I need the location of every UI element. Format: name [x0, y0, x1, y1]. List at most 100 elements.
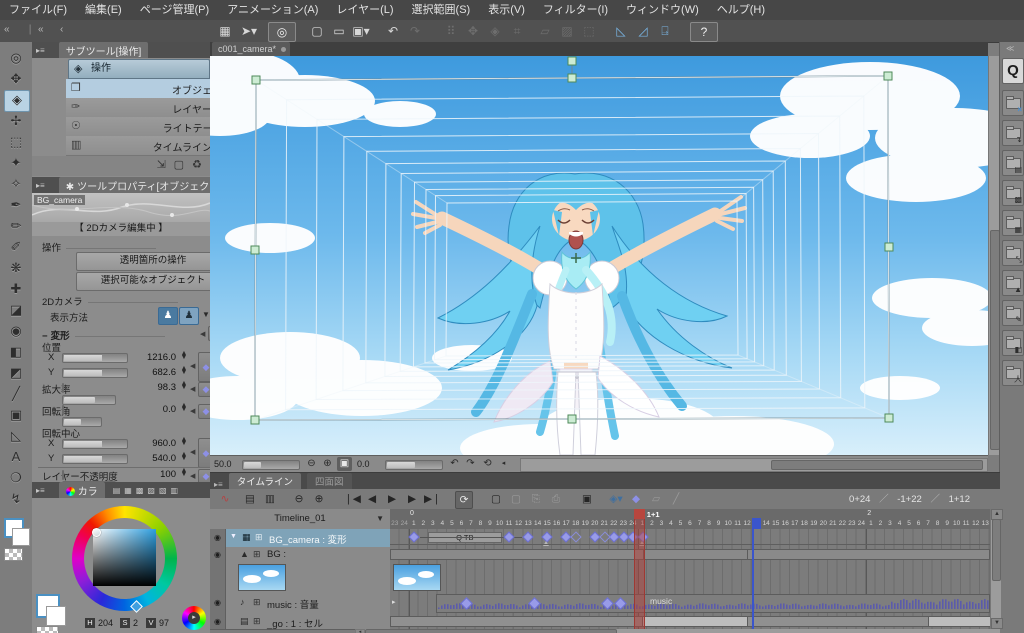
panel-menu-icon[interactable]: ▸≡ — [36, 46, 45, 55]
timeline-zoom-out-icon[interactable]: ⊖ — [291, 491, 307, 507]
menu-6[interactable]: 表示(V) — [479, 0, 534, 20]
keyframe-diamond[interactable] — [523, 531, 534, 542]
cel-clip-segment[interactable] — [390, 616, 643, 627]
keyframe-diamond[interactable] — [504, 531, 515, 542]
figure-tool[interactable]: ╱ — [4, 384, 28, 404]
menu-4[interactable]: レイヤー(L) — [327, 0, 402, 20]
param-slider[interactable] — [62, 383, 64, 393]
material-pose-button[interactable]: 人 — [1002, 360, 1024, 386]
fill-tool[interactable]: ◧ — [4, 342, 28, 362]
param-slider[interactable] — [62, 454, 128, 464]
track-bg-camera[interactable]: ◉▼▦⊞BG_camera : 変形 — [210, 529, 390, 548]
canvas-viewport[interactable] — [210, 56, 988, 455]
param-slider[interactable] — [62, 353, 128, 363]
material-download-button[interactable]: ↴ — [1002, 120, 1024, 146]
param-slider[interactable] — [62, 405, 64, 415]
menu-1[interactable]: 編集(E) — [76, 0, 131, 20]
collapse-dock-button[interactable]: « — [4, 24, 10, 35]
material-3d-button[interactable]: ◧ — [1002, 330, 1024, 356]
track-music-frames[interactable]: music▸ — [390, 592, 990, 615]
keyframe-diamond[interactable] — [408, 531, 419, 542]
next-frame-button[interactable]: ▶ — [404, 491, 420, 507]
playhead-column[interactable] — [634, 509, 646, 629]
canvas-horizontal-scrollbar[interactable] — [520, 458, 988, 472]
camera-keyframe-icon[interactable]: ◈▾ — [608, 491, 624, 507]
move-tool[interactable]: ✥ — [4, 69, 28, 89]
collapse-palette-button[interactable]: « — [38, 24, 44, 35]
rotation-slider[interactable] — [385, 460, 443, 470]
track-bg-camera-frames[interactable]: Q TB — [390, 529, 990, 548]
subtool-group-tab[interactable]: ◈ 操作 — [68, 59, 210, 79]
timeline-vertical-scrollbar[interactable]: ▲ ▼ — [990, 509, 1001, 629]
material-shrink-button[interactable]: ⤡ — [1002, 240, 1024, 266]
cel-clip-segment[interactable] — [747, 616, 929, 627]
zoom-slider[interactable] — [242, 460, 300, 470]
saturation-value-square[interactable] — [93, 529, 156, 586]
expand-plus-icon[interactable]: ⊞ — [255, 532, 263, 543]
keyframe-diamond-hollow[interactable] — [599, 531, 610, 542]
timeline-selector-dropdown[interactable]: Timeline_01 ▼ — [210, 509, 391, 530]
stepper[interactable]: ▲▼ — [180, 382, 188, 390]
approximate-color-tab[interactable]: ▨ — [147, 486, 155, 495]
onion-skin-icon[interactable]: ▣ — [579, 491, 595, 507]
cel-thumbnail[interactable] — [238, 564, 286, 591]
cel-clip-segment[interactable] — [928, 616, 991, 627]
save-file-icon[interactable]: ▣▾ — [352, 22, 370, 40]
snap-ruler-icon[interactable]: ◺ — [612, 22, 630, 40]
timeline-zoom-in-icon[interactable]: ⊕ — [311, 491, 327, 507]
material-color-pattern-button[interactable]: ▤ — [1002, 150, 1024, 176]
cursor-mode-icon[interactable]: ➤▾ — [240, 22, 258, 40]
collapse-bar-icon[interactable]: ◂ — [496, 457, 511, 471]
snap-grid-icon[interactable]: ⍈ — [656, 22, 674, 40]
sv-picker-marker[interactable] — [92, 528, 101, 537]
material-close-button[interactable]: × — [1002, 90, 1024, 116]
stepper[interactable]: ▲▼ — [180, 404, 188, 412]
tab-four-views[interactable]: 四面図 — [307, 473, 352, 489]
panel-menu-icon[interactable]: ▸≡ — [214, 480, 223, 489]
back-palette-button[interactable]: ‹ — [60, 24, 63, 35]
display-method-frame-button[interactable]: ♟ — [158, 307, 178, 325]
expander-icon[interactable]: ▼ — [230, 533, 237, 540]
chevron-down-icon[interactable]: ▼ — [202, 310, 210, 319]
visibility-eye-icon[interactable]: ◉ — [210, 550, 225, 559]
undo-icon[interactable]: ↶ — [384, 22, 402, 40]
fit-to-screen-icon[interactable]: ▣ — [337, 457, 352, 471]
track-go-cel[interactable]: ◉▤⊞_go : 1 : セル — [210, 614, 390, 630]
expand-plus-icon[interactable]: ⊞ — [253, 616, 261, 627]
stepper[interactable]: ▲▼ — [180, 469, 188, 477]
color-mixing-tab[interactable]: ▥ — [171, 486, 179, 495]
color-set-tab[interactable]: ▦ — [124, 486, 132, 495]
cel-clip-segment[interactable] — [642, 616, 748, 627]
prev-keyframe-icon[interactable]: ◀ — [190, 385, 195, 393]
param-slider[interactable] — [62, 368, 128, 378]
document-tab[interactable]: c001_camera* — [212, 42, 290, 56]
operation-tool[interactable]: ◈ — [4, 90, 30, 112]
snap-special-ruler-icon[interactable]: ◿ — [634, 22, 652, 40]
material-pen-button[interactable]: ✎ — [1002, 300, 1024, 326]
go-to-start-button[interactable]: ❘◀ — [344, 491, 361, 507]
menu-3[interactable]: アニメーション(A) — [218, 0, 327, 20]
track-bg-thumbnail-frames[interactable] — [390, 562, 990, 593]
stepper[interactable]: ▲▼ — [180, 352, 188, 360]
visibility-eye-icon[interactable]: ◉ — [210, 533, 225, 542]
transparent-area-dropdown[interactable]: 透明箇所の操作▼ — [76, 252, 230, 271]
help-button[interactable]: ? — [690, 22, 718, 42]
transparent-color-swatch[interactable] — [4, 548, 23, 561]
track-bg-thumbnail[interactable] — [210, 562, 390, 593]
timeline-curve-icon[interactable]: ∿ — [217, 491, 233, 507]
intermediate-color-tab[interactable]: ▩ — [136, 486, 144, 495]
airbrush-tool[interactable]: ❋ — [4, 258, 28, 278]
decoration-tool[interactable]: ✚ — [4, 279, 28, 299]
stepper[interactable]: ▲▼ — [180, 453, 188, 461]
sub-color-swatch[interactable] — [12, 528, 30, 546]
expand-plus-icon[interactable]: ⊞ — [253, 549, 261, 560]
delete-subtool-icon[interactable]: ♻ — [192, 158, 202, 171]
prev-keyframe-icon[interactable]: ◀ — [190, 407, 195, 415]
register-settings-icon[interactable]: ⇲ — [157, 158, 166, 171]
ruler-tool[interactable]: ◺ — [4, 426, 28, 446]
zoom-out-icon[interactable]: ⊖ — [304, 457, 319, 471]
add-keyframe-icon[interactable]: ◆ — [628, 491, 644, 507]
tab-close-icon[interactable] — [281, 47, 286, 52]
eraser-tool[interactable]: ◪ — [4, 300, 28, 320]
balloon-tool[interactable]: ❍ — [4, 468, 28, 488]
